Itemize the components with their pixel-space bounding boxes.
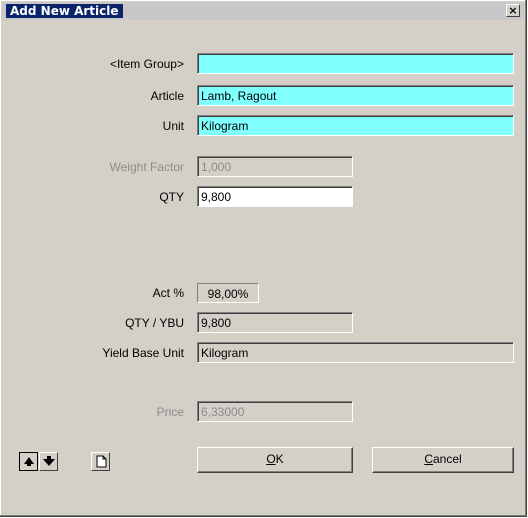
new-document-icon	[96, 455, 107, 468]
unit-label: Unit	[162, 119, 184, 133]
qty-field[interactable]: 9,800	[197, 186, 353, 207]
new-item-button[interactable]	[91, 452, 110, 471]
ok-button-mnemonic: O	[266, 452, 276, 466]
weight-factor-label: Weight Factor	[109, 160, 184, 174]
move-down-button[interactable]	[39, 452, 58, 471]
qty-ybu-label: QTY / YBU	[125, 316, 184, 330]
move-up-button[interactable]	[19, 452, 38, 471]
article-field[interactable]: Lamb, Ragout	[197, 85, 514, 106]
arrow-up-icon	[24, 457, 34, 466]
article-label: Article	[150, 89, 184, 103]
title-bar[interactable]: Add New Article ×	[2, 2, 524, 20]
item-group-label: <Item Group>	[109, 57, 184, 71]
close-button[interactable]: ×	[506, 4, 520, 17]
qty-label: QTY	[159, 190, 184, 204]
ok-button-label: K	[275, 452, 284, 466]
price-label: Price	[156, 405, 184, 419]
act-percent-label: Act %	[152, 286, 184, 300]
item-group-field[interactable]	[197, 53, 514, 74]
ok-button[interactable]: OK	[197, 447, 353, 473]
qty-ybu-field: 9,800	[197, 312, 353, 333]
cancel-button-mnemonic: C	[424, 452, 433, 466]
act-percent-value: 98,00%	[197, 283, 259, 303]
cancel-button[interactable]: Cancel	[372, 447, 514, 473]
arrow-down-icon	[43, 456, 55, 466]
add-article-dialog: Add New Article × <Item Group> Article L…	[0, 0, 527, 517]
unit-field[interactable]: Kilogram	[197, 115, 514, 136]
yield-base-unit-field: Kilogram	[197, 342, 514, 363]
price-field: 6,33000	[197, 401, 353, 422]
window-title: Add New Article	[6, 4, 123, 18]
weight-factor-field: 1,000	[197, 156, 353, 177]
yield-base-unit-label: Yield Base Unit	[102, 346, 184, 360]
close-icon: ×	[508, 4, 518, 17]
cancel-button-label: ancel	[432, 452, 462, 466]
